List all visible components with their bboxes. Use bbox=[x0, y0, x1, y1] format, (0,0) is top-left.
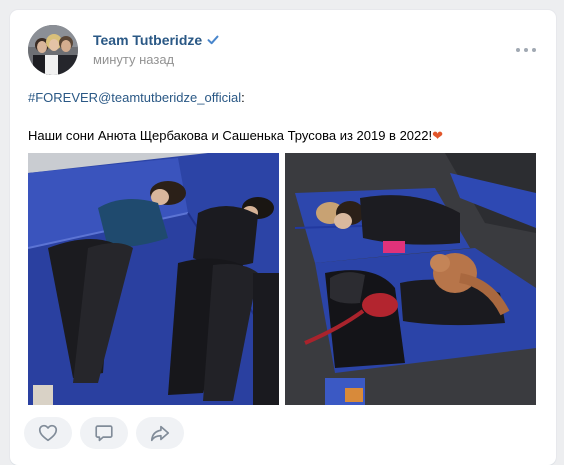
mention-suffix: : bbox=[241, 90, 245, 105]
post-photo-2[interactable] bbox=[285, 153, 536, 405]
post-hashtag-line: #FOREVER@teamtutberidze_official: bbox=[28, 88, 548, 107]
share-icon bbox=[150, 425, 170, 442]
mention-link[interactable]: @teamtutberidze_official bbox=[98, 90, 241, 105]
post-text: #FOREVER@teamtutberidze_official: Наши с… bbox=[28, 88, 548, 145]
post-actions bbox=[24, 417, 184, 449]
more-options-icon[interactable] bbox=[516, 46, 536, 54]
post-card: Team Tutberidze минуту назад #FOREVER@te… bbox=[10, 10, 556, 465]
post-time[interactable]: минуту назад bbox=[93, 52, 174, 67]
post-body-text: Наши сони Анюта Щербакова и Сашенька Тру… bbox=[28, 128, 433, 143]
author-avatar[interactable] bbox=[28, 25, 78, 75]
hashtag-link[interactable]: #FOREVER bbox=[28, 90, 98, 105]
heart-emoji-icon: ❤ bbox=[432, 128, 444, 143]
author-name[interactable]: Team Tutberidze bbox=[93, 32, 219, 48]
share-button[interactable] bbox=[136, 417, 184, 449]
post-body: Наши сони Анюта Щербакова и Сашенька Тру… bbox=[28, 126, 548, 145]
comment-icon bbox=[95, 425, 113, 442]
verified-check-icon bbox=[207, 35, 219, 45]
comment-button[interactable] bbox=[80, 417, 128, 449]
like-button[interactable] bbox=[24, 417, 72, 449]
heart-icon bbox=[38, 424, 58, 442]
author-name-label[interactable]: Team Tutberidze bbox=[93, 32, 202, 48]
post-photo-1[interactable] bbox=[28, 153, 279, 405]
